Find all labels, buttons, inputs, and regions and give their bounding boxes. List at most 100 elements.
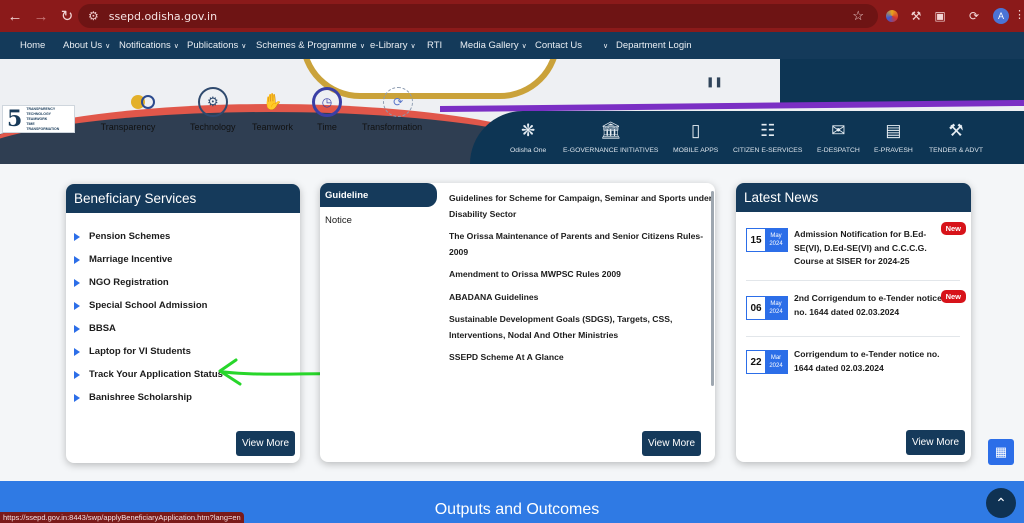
back-arrow-icon[interactable]: ← [2, 3, 28, 29]
guidelines-scrollbar[interactable] [711, 191, 714, 386]
bullet-arrow-icon [74, 347, 80, 356]
chevron-down-icon: ∨ [410, 43, 416, 50]
bullet-arrow-icon [74, 393, 80, 402]
chevron-down-icon: ∨ [241, 43, 247, 50]
government-building-icon: 🏛 [599, 121, 622, 140]
service-mobile-apps[interactable]: ▯ MOBILE APPS [673, 117, 718, 154]
guideline-link[interactable]: ABADANA Guidelines [449, 290, 715, 306]
teamwork-icon: ✋ [262, 94, 283, 111]
news-item[interactable]: 15 May 2024 Admission Notification for B.… [746, 222, 966, 280]
hero-banner: ❚❚ 5 TRANSPARENCY TECHNOLOGY TEAMWORK TI… [0, 59, 1024, 164]
nav-item[interactable]: ∨ [600, 40, 608, 51]
bookmark-star-icon[interactable]: ☆ [852, 8, 864, 24]
beneficiary-service-link[interactable]: Pension Schemes [74, 225, 300, 248]
pause-icon[interactable]: ❚❚ [706, 77, 723, 88]
bullet-arrow-icon [74, 232, 80, 241]
sync-icon[interactable]: ⟳ [965, 7, 983, 25]
mobile-icon: ▯ [690, 121, 701, 140]
chevron-down-icon: ∨ [521, 43, 527, 50]
banner-navy-band [780, 59, 1024, 104]
beneficiary-view-more-button[interactable]: View More [236, 431, 295, 456]
chevron-down-icon: ∨ [359, 43, 365, 50]
beneficiary-service-link[interactable]: NGO Registration [74, 271, 300, 294]
mail-icon: ✉ [831, 121, 846, 140]
bullet-arrow-icon [74, 301, 80, 310]
main-navigation: Home About Us ∨ Notifications ∨ Publications ∨… [0, 32, 1024, 59]
bullet-arrow-icon [74, 255, 80, 264]
nav-item[interactable]: Contact Us [535, 40, 582, 51]
extensions-puzzle-icon[interactable]: ▣ [931, 7, 949, 25]
guideline-link[interactable]: SSEPD Scheme At A Glance [449, 350, 715, 366]
extension-color-icon[interactable] [883, 7, 901, 25]
news-date: 15 May 2024 [746, 228, 788, 252]
beneficiary-service-link[interactable]: BBSA [74, 317, 300, 340]
link-status-url: https://ssepd.gov.in:8443/swp/applyBenef… [0, 512, 244, 523]
gavel-icon: ⚒ [948, 121, 964, 140]
id-card-icon: ▤ [885, 121, 902, 140]
news-text: Corrigendum to e-Tender notice no. 1644 … [794, 349, 940, 373]
news-divider [746, 280, 960, 281]
nav-item[interactable]: RTI [427, 40, 442, 51]
beneficiary-services-title: Beneficiary Services [66, 184, 300, 213]
nav-item[interactable]: Notifications ∨ [119, 40, 179, 51]
nav-item[interactable]: Publications ∨ [187, 40, 246, 51]
guideline-link[interactable]: Sustainable Development Goals (SDGS), Ta… [449, 312, 715, 343]
bullet-arrow-icon [74, 324, 80, 333]
odisha-one-icon: ❋ [521, 121, 536, 140]
calendar-icon[interactable]: ▦ [988, 439, 1014, 465]
nav-item[interactable]: e-Library ∨ [370, 40, 416, 51]
guidelines-view-more-button[interactable]: View More [642, 431, 701, 456]
address-bar-url: ssepd.odisha.gov.in [108, 9, 218, 23]
nav-item[interactable]: Schemes & Programme ∨ [256, 40, 365, 51]
new-badge: New [940, 290, 966, 303]
extension-tools-icon[interactable]: ⚒ [907, 7, 925, 25]
clock-icon: ◷ [312, 87, 342, 117]
guideline-link[interactable]: Guidelines for Scheme for Campaign, Semi… [449, 191, 715, 222]
nav-item[interactable]: Department Login [616, 40, 692, 51]
guidelines-card: Guideline Notice Guidelines for Scheme f… [320, 183, 715, 462]
pillar-teamwork: ✋ Teamwork [252, 87, 293, 132]
address-bar[interactable]: ⚙ ssepd.odisha.gov.in ☆ [78, 4, 878, 28]
service-e-governance[interactable]: 🏛 E-GOVERNANCE INITIATIVES [563, 117, 658, 154]
tab-notice[interactable]: Notice [320, 208, 437, 232]
tab-guideline[interactable]: Guideline [320, 183, 437, 207]
service-e-despatch[interactable]: ✉ E-DESPATCH [817, 117, 860, 154]
chevron-up-icon[interactable]: ⌃ [986, 488, 1016, 518]
reload-icon[interactable]: ↻ [54, 3, 80, 29]
chevron-down-icon: ∨ [105, 43, 111, 50]
pillar-transformation: ⟳ Transformation [362, 87, 422, 132]
browser-menu-icon[interactable]: ⋮ [1014, 8, 1024, 21]
transparency-icon [128, 87, 158, 117]
service-e-pravesh[interactable]: ▤ E-PRAVESH [874, 117, 913, 154]
nav-item[interactable]: About Us ∨ [63, 40, 110, 51]
service-citizen-eservices[interactable]: ☷ CITIZEN E-SERVICES [733, 117, 802, 154]
citizen-services-icon: ☷ [760, 121, 776, 140]
chevron-down-icon: ∨ [173, 43, 179, 50]
beneficiary-service-link[interactable]: Marriage Incentive [74, 248, 300, 271]
service-odisha-one[interactable]: ❋ Odisha One [510, 117, 546, 154]
news-date: 06 May 2024 [746, 296, 788, 320]
pillar-transparency: Transparency [101, 87, 158, 132]
forward-arrow-icon[interactable]: → [28, 3, 54, 29]
guideline-link[interactable]: Amendment to Orissa MWPSC Rules 2009 [449, 267, 715, 283]
beneficiary-service-link[interactable]: Special School Admission [74, 294, 300, 317]
bullet-arrow-icon [74, 370, 80, 379]
news-item[interactable]: 06 May 2024 2nd Corrigendum to e-Tender n… [746, 290, 966, 336]
technology-icon: ⚙ [197, 87, 228, 117]
pillar-technology: ⚙ Technology [190, 87, 236, 132]
guidelines-list: Guidelines for Scheme for Campaign, Semi… [449, 191, 715, 373]
pillar-time: ◷ Time [312, 87, 342, 132]
service-tender-advt[interactable]: ⚒ TENDER & ADVT [929, 117, 983, 154]
guideline-link[interactable]: The Orissa Maintenance of Parents and Se… [449, 229, 715, 260]
profile-avatar[interactable]: A [993, 8, 1009, 24]
news-divider [746, 336, 960, 337]
new-badge: New [940, 222, 966, 235]
5t-logo: 5 TRANSPARENCY TECHNOLOGY TEAMWORK TIME … [2, 105, 75, 133]
nav-item[interactable]: Home [20, 40, 45, 51]
news-item[interactable]: 22 Mar 2024 Corrigendum to e-Tender notic… [746, 349, 958, 380]
site-info-icon[interactable]: ⚙ [88, 9, 99, 23]
chevron-down-icon: ∨ [603, 43, 609, 50]
nav-item[interactable]: Media Gallery ∨ [460, 40, 527, 51]
news-text: 2nd Corrigendum to e-Tender notice no. 1… [794, 293, 942, 317]
news-view-more-button[interactable]: View More [906, 430, 965, 455]
